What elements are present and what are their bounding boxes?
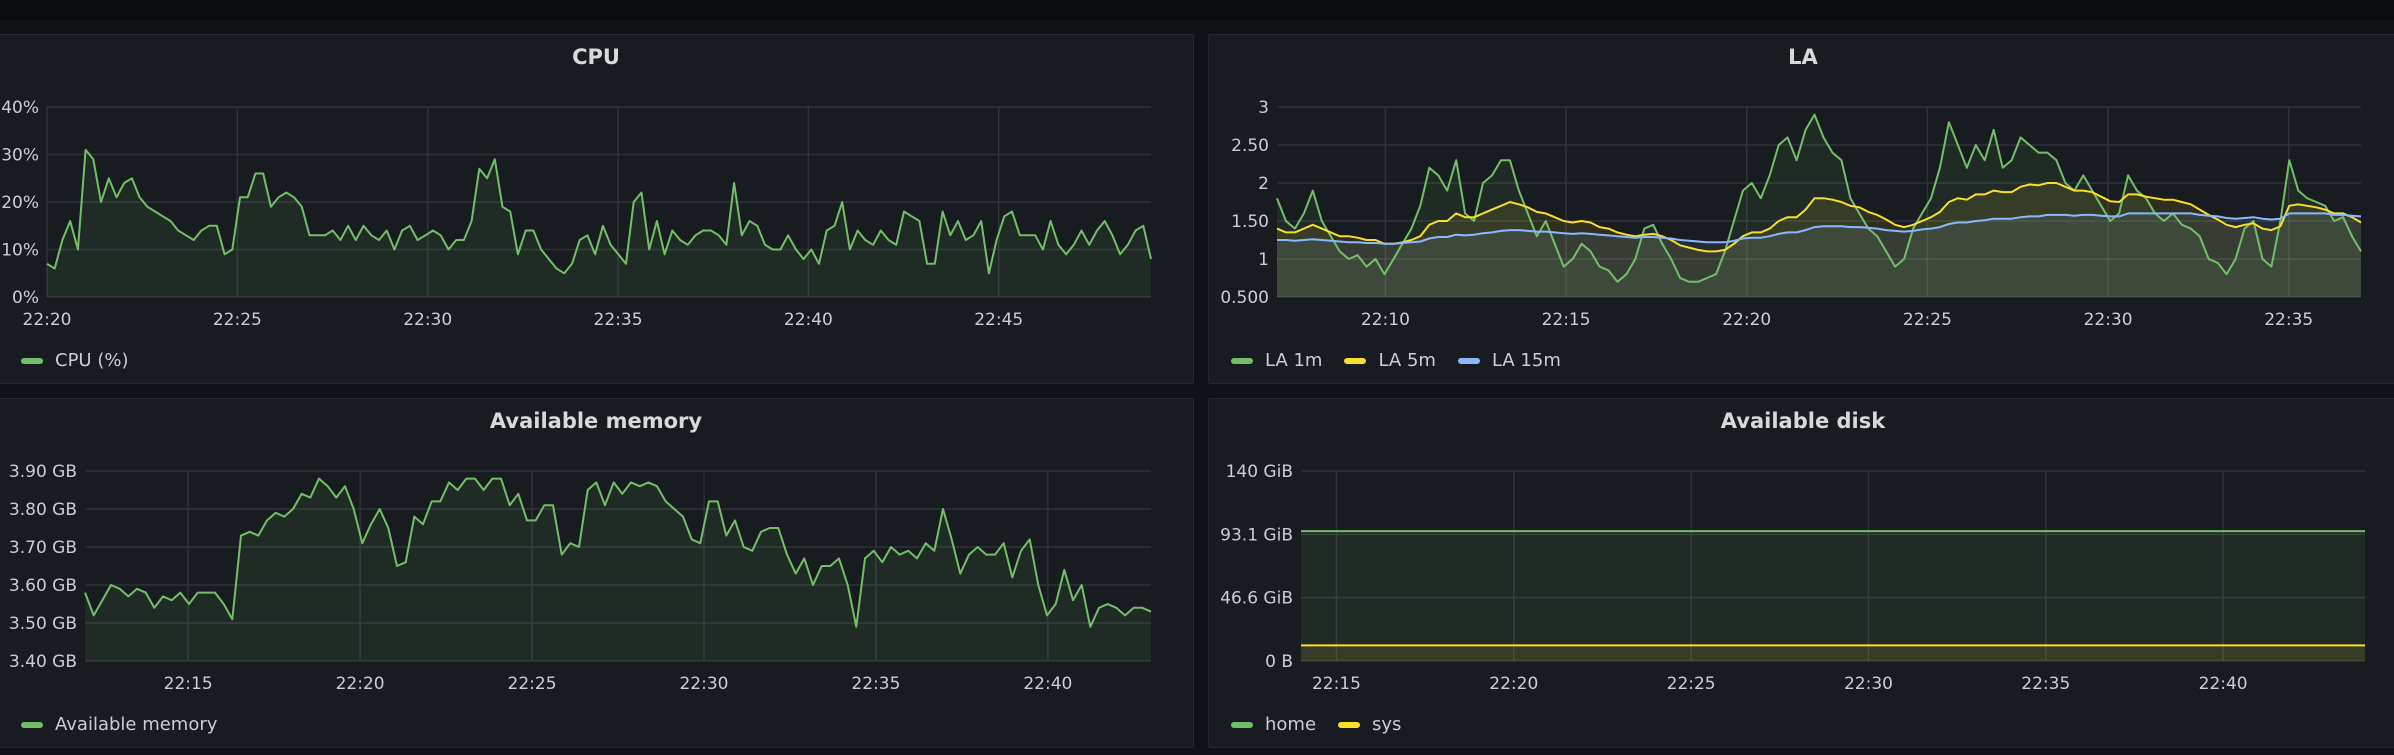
legend-item-cpu[interactable]: CPU (%) xyxy=(21,350,128,371)
legend-item-la-1m[interactable]: LA 1m xyxy=(1231,350,1322,371)
x-tick-label: 22:25 xyxy=(213,310,262,330)
y-tick-label: 1 xyxy=(1258,250,1269,270)
legend-item-available-memory[interactable]: Available memory xyxy=(21,714,217,735)
legend-swatch xyxy=(1344,357,1367,364)
x-tick-label: 22:15 xyxy=(1312,674,1361,694)
legend-swatch xyxy=(1231,357,1253,364)
legend-label: Available memory xyxy=(55,714,218,735)
legend: home sys xyxy=(1231,714,1401,735)
x-tick-label: 22:40 xyxy=(2199,674,2248,694)
available-disk-panel[interactable]: Available disk 0 B 46.6 GiB 93.1 GiB 140 Gi… xyxy=(1208,398,2394,748)
x-tick-label: 22:15 xyxy=(164,674,213,694)
dashboard-top-bar xyxy=(0,0,2394,20)
y-tick-label: 3.50 GB xyxy=(9,614,77,634)
x-tick-label: 22:35 xyxy=(594,310,643,330)
x-tick-label: 22:35 xyxy=(851,674,900,694)
y-tick-label: 3 xyxy=(1258,98,1269,118)
x-tick-label: 22:25 xyxy=(508,674,557,694)
series-fills xyxy=(47,149,1151,297)
la-chart: 0.500 1 1.50 2 2.50 3 22:10 22:15 22:20 22:25 22:3… xyxy=(1220,98,2362,330)
legend-label: LA 1m xyxy=(1265,350,1323,371)
x-tick-label: 22:30 xyxy=(2084,310,2133,330)
available-memory-panel[interactable]: Available memory 3.40 GB 3.50 GB 3.60 GB 3.… xyxy=(0,398,1194,748)
legend: LA 1m LA 5m LA 15m xyxy=(1231,350,1561,371)
x-tick-label: 22:20 xyxy=(1722,310,1771,330)
x-tick-label: 22:20 xyxy=(1489,674,1538,694)
legend-label: home xyxy=(1265,714,1317,735)
x-tick-label: 22:25 xyxy=(1903,310,1952,330)
y-tick-label: 140 GiB xyxy=(1226,462,1293,482)
y-tick-label: 2 xyxy=(1258,174,1269,194)
x-tick-label: 22:35 xyxy=(2264,310,2313,330)
x-tick-label: 22:40 xyxy=(784,310,833,330)
y-tick-label: 3.70 GB xyxy=(9,538,77,558)
cpu-panel[interactable]: CPU 0% 10% 20% 30% 40% 22:20 22:25 22:30 22:35 22… xyxy=(0,34,1194,384)
legend-swatch xyxy=(1338,721,1361,728)
x-tick-label: 22:30 xyxy=(403,310,452,330)
legend-item-la-5m[interactable]: LA 5m xyxy=(1344,350,1436,371)
y-tick-label: 3.40 GB xyxy=(9,652,77,672)
y-tick-label: 1.50 xyxy=(1231,212,1269,232)
series-area-sys xyxy=(1301,645,2365,661)
series-area-cpu xyxy=(47,149,1151,297)
x-tick-label: 22:35 xyxy=(2021,674,2070,694)
legend-swatch xyxy=(21,721,43,728)
y-tick-label: 0% xyxy=(12,288,39,308)
legend-swatch xyxy=(21,357,43,364)
legend-swatch xyxy=(1231,721,1253,728)
y-tick-label: 3.90 GB xyxy=(9,462,77,482)
x-tick-label: 22:20 xyxy=(23,310,72,330)
series-area-available-memory xyxy=(85,478,1151,661)
series-fills xyxy=(1301,531,2365,661)
y-tick-label: 3.60 GB xyxy=(9,576,77,596)
x-tick-label: 22:15 xyxy=(1542,310,1591,330)
la-panel[interactable]: LA 0.500 1 1.50 2 2.50 3 22:10 22:15 22:20 22:25 2… xyxy=(1208,34,2394,384)
series-fills xyxy=(1277,114,2361,297)
cpu-chart: 0% 10% 20% 30% 40% 22:20 22:25 22:30 22:35 22:40 2… xyxy=(1,98,1152,330)
y-tick-label: 30% xyxy=(1,146,39,166)
x-tick-label: 22:45 xyxy=(974,310,1023,330)
y-tick-label: 0 B xyxy=(1265,652,1293,672)
y-tick-label: 3.80 GB xyxy=(9,500,77,520)
y-tick-label: 20% xyxy=(1,193,39,213)
legend-label: CPU (%) xyxy=(55,350,129,371)
legend-swatch xyxy=(1457,357,1480,364)
y-tick-label: 46.6 GiB xyxy=(1220,589,1293,609)
x-tick-label: 22:40 xyxy=(1023,674,1072,694)
y-tick-label: 2.50 xyxy=(1231,136,1269,156)
y-tick-label: 93.1 GiB xyxy=(1220,525,1293,545)
legend-item-sys[interactable]: sys xyxy=(1338,714,1401,735)
legend: CPU (%) xyxy=(21,350,128,371)
x-tick-label: 22:20 xyxy=(336,674,385,694)
series-area-home xyxy=(1301,531,2365,661)
legend: Available memory xyxy=(21,714,217,735)
x-tick-label: 22:25 xyxy=(1667,674,1716,694)
series-fills xyxy=(85,478,1151,661)
y-tick-label: 10% xyxy=(1,241,39,261)
memory-chart: 3.40 GB 3.50 GB 3.60 GB 3.70 GB 3.80 GB 3.90 … xyxy=(9,462,1152,694)
x-tick-label: 22:30 xyxy=(1844,674,1893,694)
legend-item-la-15m[interactable]: LA 15m xyxy=(1457,350,1561,371)
x-tick-label: 22:10 xyxy=(1361,310,1410,330)
x-tick-label: 22:30 xyxy=(679,674,728,694)
legend-label: LA 5m xyxy=(1378,350,1436,371)
y-tick-label: 0.500 xyxy=(1220,288,1269,308)
y-tick-label: 40% xyxy=(1,98,39,118)
legend-item-home[interactable]: home xyxy=(1231,714,1316,735)
legend-label: LA 15m xyxy=(1491,350,1561,371)
disk-chart: 0 B 46.6 GiB 93.1 GiB 140 GiB 22:15 22:20 22:2… xyxy=(1220,462,2365,694)
legend-label: sys xyxy=(1372,714,1402,735)
